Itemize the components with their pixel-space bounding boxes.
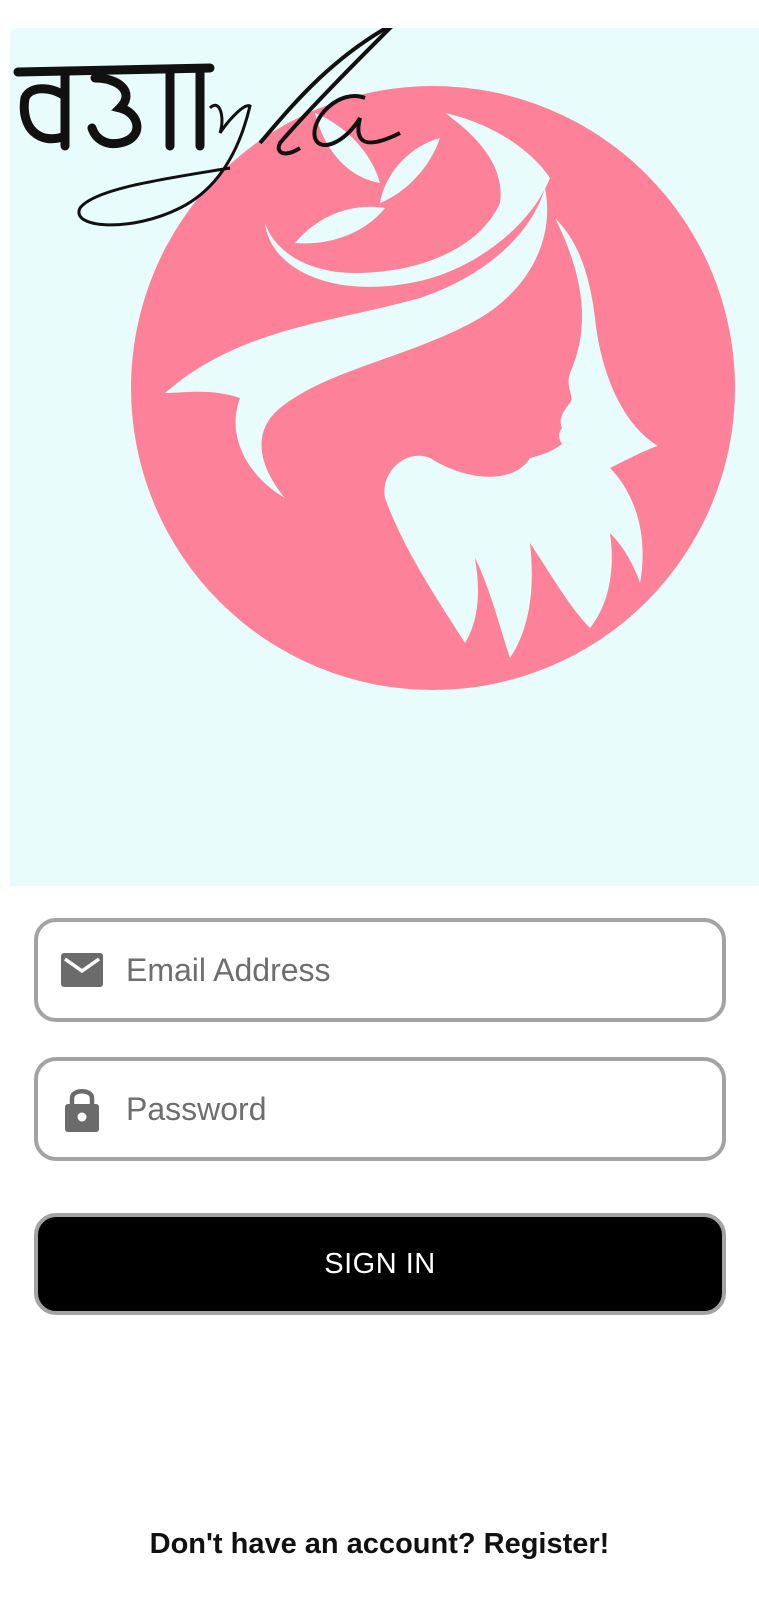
brand-wordmark (13, 28, 401, 227)
password-field[interactable] (34, 1057, 726, 1161)
email-field[interactable] (34, 918, 726, 1022)
login-screen: SIGN IN Don't have an account? Register! (0, 0, 759, 1600)
sign-in-button[interactable]: SIGN IN (34, 1213, 726, 1315)
brand-logo-banner (10, 28, 759, 886)
lock-icon (60, 1087, 104, 1132)
mail-icon (60, 948, 104, 992)
email-input[interactable] (126, 940, 686, 1000)
register-link[interactable]: Don't have an account? Register! (0, 1528, 759, 1561)
password-input[interactable] (126, 1079, 686, 1139)
